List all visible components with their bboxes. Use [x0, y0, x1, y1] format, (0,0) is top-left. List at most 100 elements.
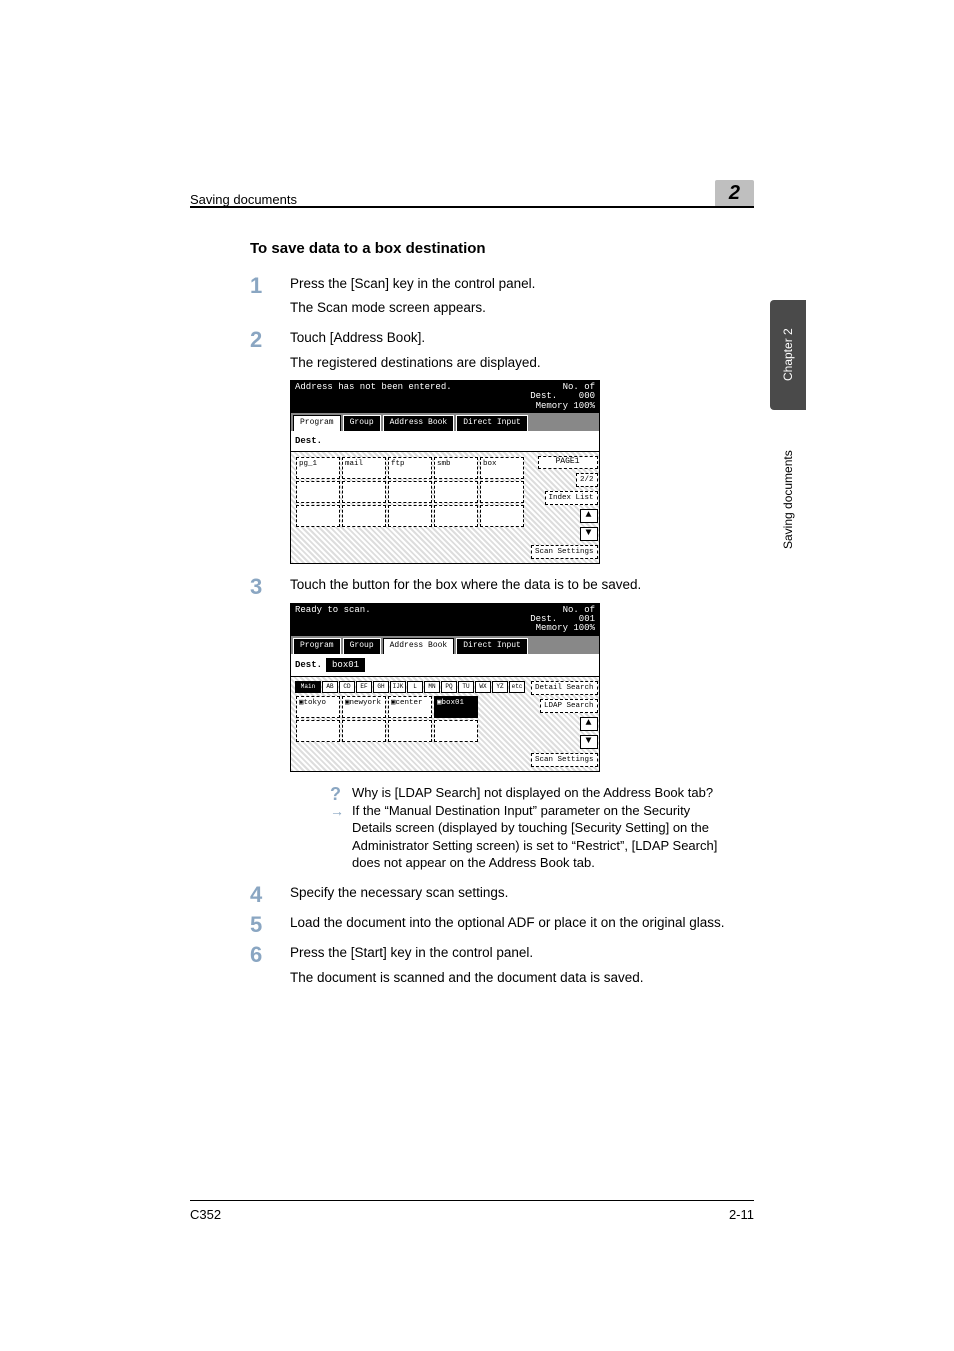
qa-answer: If the “Manual Destination Input” parame… — [330, 802, 730, 872]
running-head-right: 2 — [715, 180, 754, 207]
screenshot2-dest-value: box01 — [326, 658, 365, 672]
qa-block: Why is [LDAP Search] not displayed on th… — [330, 784, 730, 872]
scan-settings-button[interactable]: Scan Settings — [531, 753, 598, 767]
empty-cell — [296, 505, 340, 527]
tab-direct-input[interactable]: Direct Input — [456, 638, 528, 654]
index-tab[interactable]: PQ — [441, 681, 457, 693]
screenshot2-status: Ready to scan. — [295, 606, 371, 634]
empty-cell — [342, 481, 386, 503]
tab-address-book[interactable]: Address Book — [383, 638, 455, 654]
index-list-button[interactable]: Index List — [545, 491, 598, 505]
empty-cell — [296, 720, 340, 742]
step-3-number: 3 — [250, 572, 280, 602]
index-tab[interactable]: AB — [322, 681, 338, 693]
screenshot2-dest-label: Dest. — [295, 659, 322, 671]
index-tab[interactable]: GH — [373, 681, 389, 693]
scan-settings-button[interactable]: Scan Settings — [531, 545, 598, 559]
index-tab[interactable]: etc — [509, 681, 525, 693]
scroll-down-icon[interactable]: ▼ — [580, 735, 598, 749]
qa-question: Why is [LDAP Search] not displayed on th… — [330, 784, 730, 802]
tab-program[interactable]: Program — [293, 638, 341, 654]
running-head-rule — [190, 206, 754, 208]
empty-cell — [342, 505, 386, 527]
step-6-text: Press the [Start] key in the control pan… — [290, 945, 533, 960]
dest-tokyo[interactable]: ▣tokyo — [296, 696, 340, 718]
index-tab[interactable]: L — [407, 681, 423, 693]
section-title: To save data to a box destination — [250, 240, 730, 257]
step-6-sub: The document is scanned and the document… — [290, 969, 730, 987]
dest-box01[interactable]: ▣box01 — [434, 696, 478, 718]
footer-left: C352 — [190, 1207, 221, 1222]
step-3-text: Touch the button for the box where the d… — [290, 577, 641, 592]
running-head-left: Saving documents — [190, 192, 297, 207]
empty-cell — [388, 481, 432, 503]
step-1-text: Press the [Scan] key in the control pane… — [290, 276, 535, 291]
screenshot-1: Address has not been entered. No. of Des… — [290, 380, 600, 564]
step-5: 5 Load the document into the optional AD… — [250, 914, 730, 932]
index-tab-main[interactable]: Main — [295, 681, 321, 693]
index-tab[interactable]: TU — [458, 681, 474, 693]
index-tab[interactable]: MN — [424, 681, 440, 693]
tab-program[interactable]: Program — [293, 415, 341, 431]
empty-cell — [434, 505, 478, 527]
step-2-number: 2 — [250, 325, 280, 355]
dest-smb[interactable]: smb — [434, 457, 478, 479]
step-3: 3 Touch the button for the box where the… — [250, 576, 730, 872]
page-footer: C352 2-11 — [190, 1200, 754, 1222]
empty-cell — [296, 481, 340, 503]
index-tab[interactable]: WX — [475, 681, 491, 693]
step-2: 2 Touch [Address Book]. The registered d… — [250, 329, 730, 564]
tab-direct-input[interactable]: Direct Input — [456, 415, 528, 431]
step-4-number: 4 — [250, 880, 280, 910]
empty-cell — [434, 481, 478, 503]
index-tab[interactable]: EF — [356, 681, 372, 693]
screenshot-2: Ready to scan. No. of Dest. 001 Memory 1… — [290, 603, 600, 773]
footer-right: 2-11 — [729, 1207, 754, 1222]
step-4: 4 Specify the necessary scan settings. — [250, 884, 730, 902]
tab-group[interactable]: Group — [343, 638, 381, 654]
step-1-sub: The Scan mode screen appears. — [290, 299, 730, 317]
detail-search-button[interactable]: Detail Search — [531, 681, 598, 695]
step-6: 6 Press the [Start] key in the control p… — [250, 944, 730, 986]
dest-newyork[interactable]: ▣newyork — [342, 696, 386, 718]
scroll-up-icon[interactable]: ▲ — [580, 717, 598, 731]
empty-cell — [480, 505, 524, 527]
ldap-search-button[interactable]: LDAP Search — [540, 699, 598, 713]
empty-cell — [388, 720, 432, 742]
dest-mail[interactable]: mail — [342, 457, 386, 479]
tab-address-book[interactable]: Address Book — [383, 415, 455, 431]
step-2-text: Touch [Address Book]. — [290, 330, 425, 345]
scroll-up-icon[interactable]: ▲ — [580, 509, 598, 523]
screenshot1-dest-label: Dest. — [295, 435, 322, 447]
dest-box[interactable]: box — [480, 457, 524, 479]
step-2-sub: The registered destinations are displaye… — [290, 354, 730, 372]
screenshot2-tabs: Program Group Address Book Direct Input — [291, 636, 599, 654]
side-tab-chapter: Chapter 2 — [770, 300, 806, 410]
screenshot1-meter: No. of Dest. 000 Memory 100% — [530, 383, 595, 411]
index-tab[interactable]: YZ — [492, 681, 508, 693]
scroll-down-icon[interactable]: ▼ — [580, 527, 598, 541]
side-tab-section: Saving documents — [774, 420, 802, 580]
empty-cell — [434, 720, 478, 742]
index-tabs: Main AB CD EF GH IJK L MN PQ TU WX — [295, 681, 525, 693]
screenshot2-meter: No. of Dest. 001 Memory 100% — [530, 606, 595, 634]
empty-cell — [480, 481, 524, 503]
screenshot1-page-indicator: PAGE1 — [538, 456, 598, 469]
step-4-text: Specify the necessary scan settings. — [290, 885, 508, 900]
empty-cell — [388, 505, 432, 527]
dest-ftp[interactable]: ftp — [388, 457, 432, 479]
dest-pg1[interactable]: pg_1 — [296, 457, 340, 479]
screenshot1-page-counter: 2/2 — [576, 473, 598, 487]
step-1: 1 Press the [Scan] key in the control pa… — [250, 275, 730, 317]
index-tab[interactable]: CD — [339, 681, 355, 693]
index-tab[interactable]: IJK — [390, 681, 406, 693]
step-1-number: 1 — [250, 271, 280, 301]
step-6-number: 6 — [250, 940, 280, 970]
dest-center[interactable]: ▣center — [388, 696, 432, 718]
screenshot1-tabs: Program Group Address Book Direct Input — [291, 413, 599, 431]
step-5-number: 5 — [250, 910, 280, 940]
screenshot1-status: Address has not been entered. — [295, 383, 452, 411]
tab-group[interactable]: Group — [343, 415, 381, 431]
empty-cell — [342, 720, 386, 742]
step-5-text: Load the document into the optional ADF … — [290, 915, 725, 930]
